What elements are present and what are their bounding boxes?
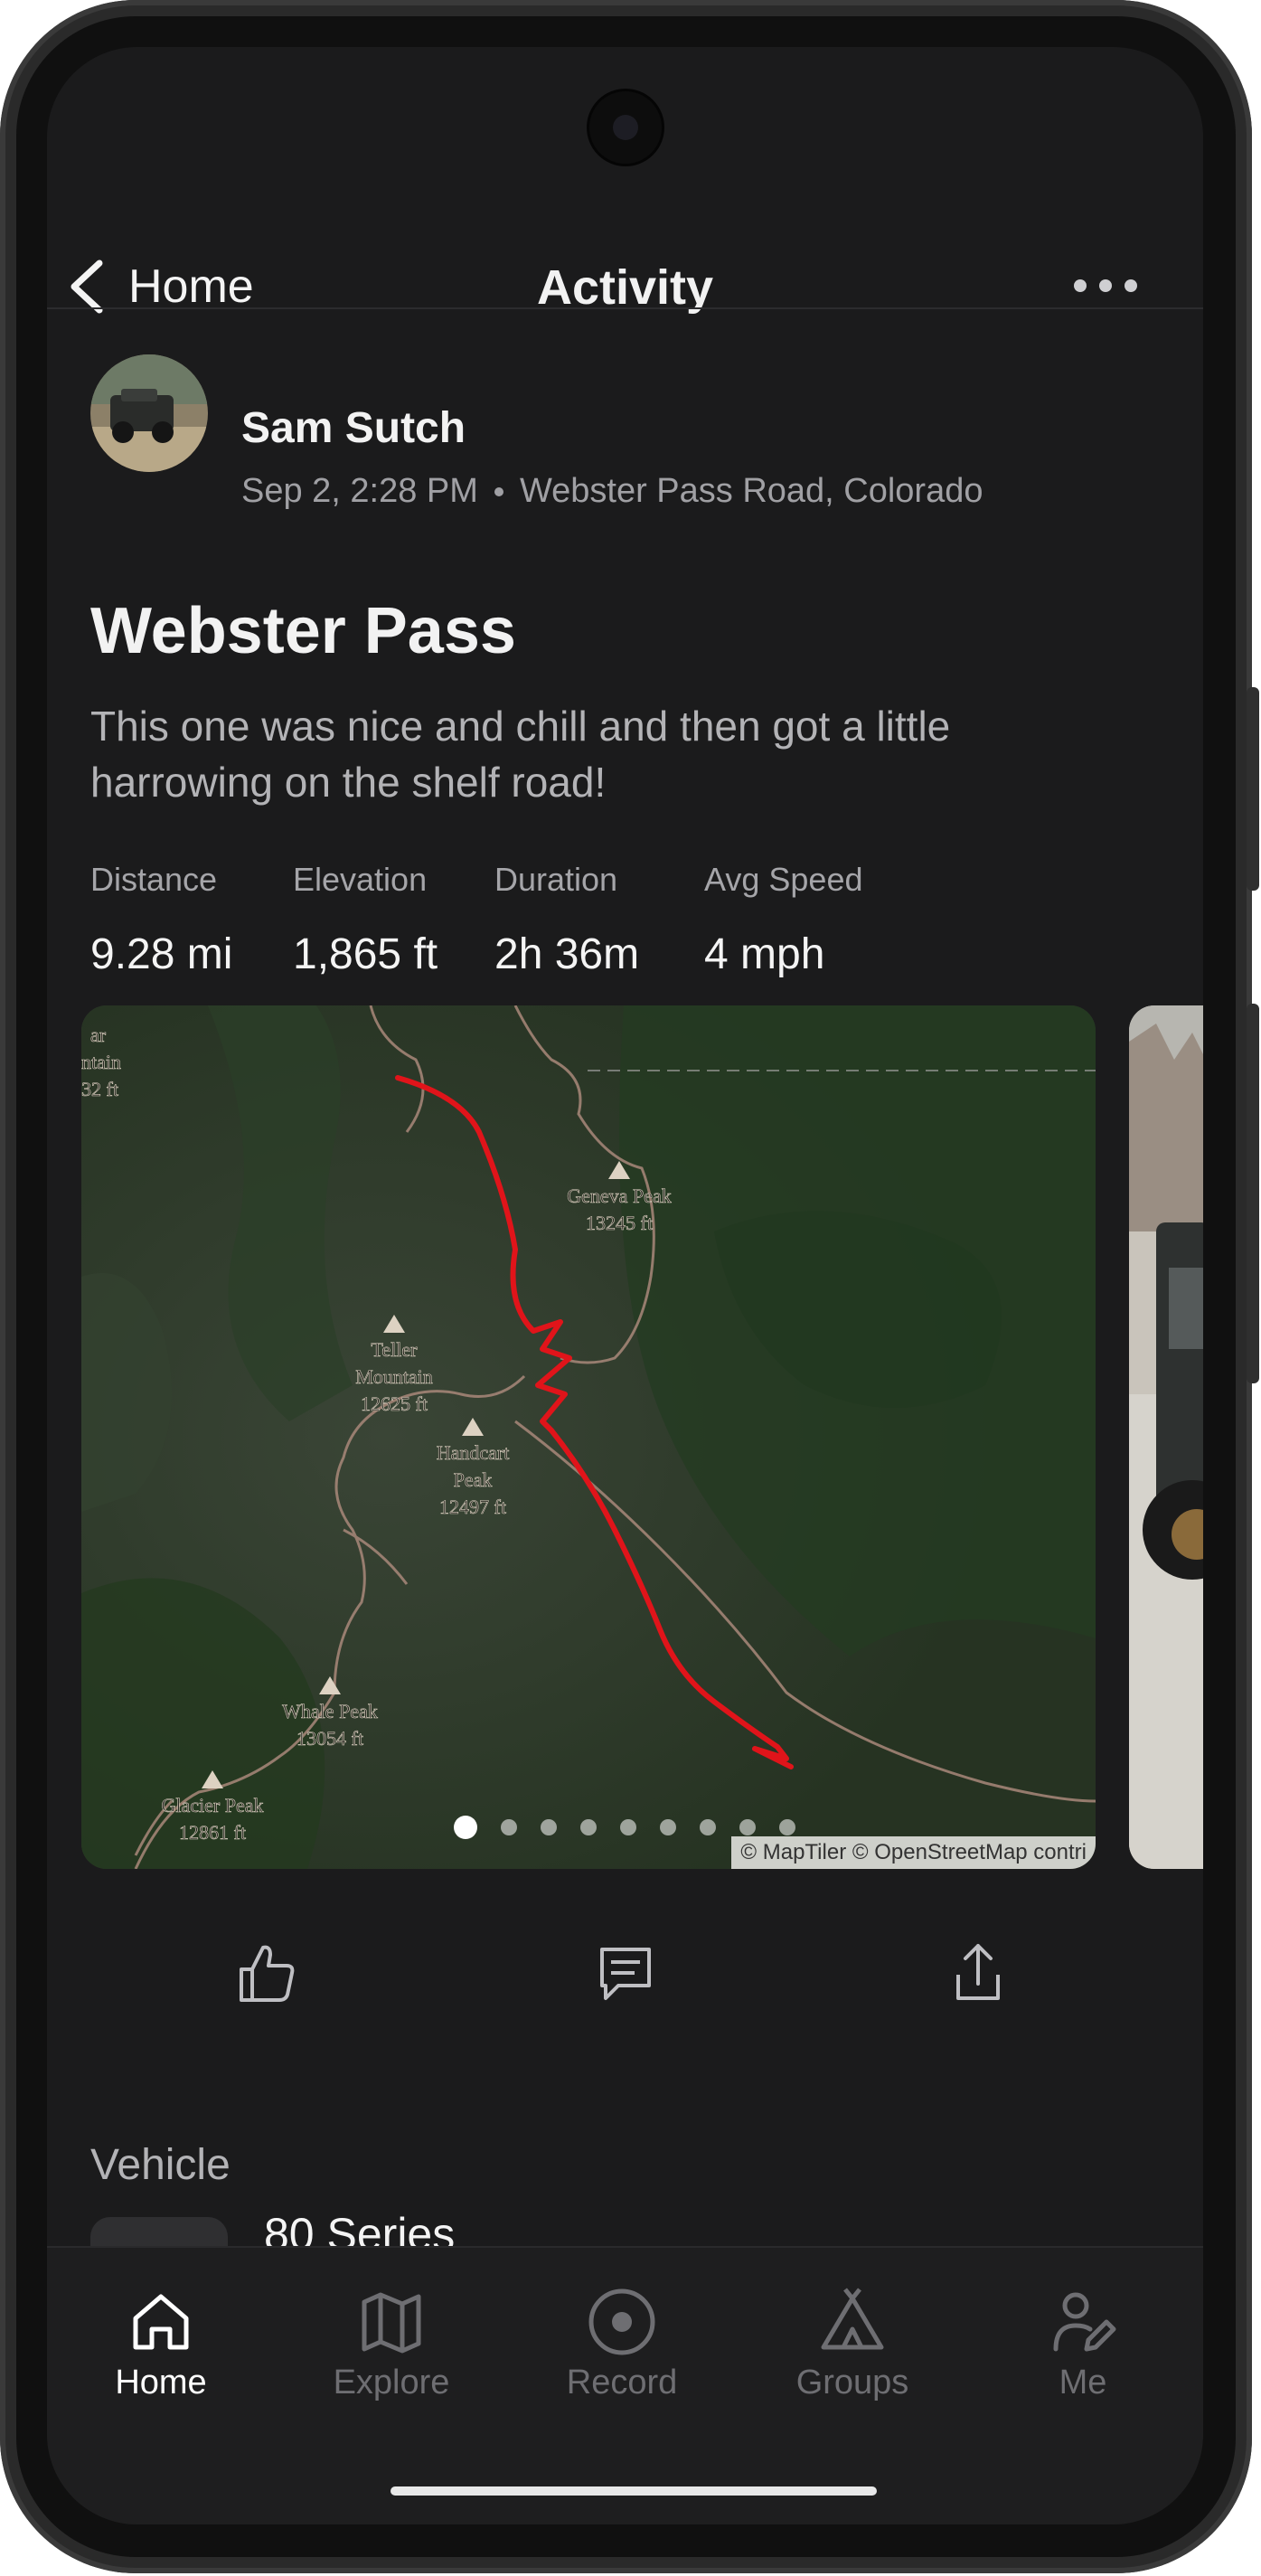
power-button (1247, 1004, 1259, 1383)
home-icon (133, 2294, 189, 2350)
stat-value: 4 mph (704, 930, 825, 978)
activity-title: Webster Pass (90, 595, 516, 667)
pager-dot[interactable] (700, 1819, 716, 1835)
peak-label: Mountain (355, 1365, 433, 1388)
map-icon (362, 2292, 421, 2354)
stat-avg-speed: Avg Speed 4 mph (704, 861, 862, 979)
record-icon (588, 2288, 655, 2355)
stat-label: Avg Speed (704, 861, 863, 898)
pager-dot[interactable] (660, 1819, 676, 1835)
tent-icon (821, 2288, 884, 2350)
tab-label: Me (1059, 2364, 1107, 2401)
post-location: Webster Pass Road, Colorado (519, 472, 983, 510)
tab-home[interactable]: Home (71, 2284, 251, 2402)
peak-elevation: 13245 ft (586, 1212, 653, 1234)
pager-dot[interactable] (779, 1819, 795, 1835)
user-name[interactable]: Sam Sutch (241, 403, 466, 453)
tab-explore[interactable]: Explore (301, 2284, 482, 2402)
profile-edit-icon (1053, 2292, 1116, 2352)
stat-label: Distance (90, 861, 218, 898)
peak-elevation: 13054 ft (296, 1727, 363, 1750)
peak-elevation: 12497 ft (439, 1496, 506, 1518)
route-map[interactable]: Geneva Peak 13245 ft Teller Mountain 126… (81, 1005, 1096, 1869)
peak-elevation: 12625 ft (361, 1392, 428, 1415)
pager-dot[interactable] (580, 1819, 597, 1835)
bottom-tab-bar: Home Explore Record Groups Me (47, 2246, 1203, 2524)
pager-dot[interactable] (541, 1819, 557, 1835)
peak-label: ar (90, 1024, 107, 1046)
nav-header: Home Activity (47, 210, 1203, 354)
stat-label: Duration (494, 861, 618, 898)
home-indicator[interactable] (391, 2486, 877, 2496)
peak-label: Geneva Peak (567, 1184, 671, 1207)
activity-description: This one was nice and chill and then got… (90, 703, 951, 806)
vehicle-photo[interactable] (1129, 1005, 1203, 1869)
share-icon[interactable] (942, 1937, 1014, 2009)
tab-label: Home (115, 2364, 207, 2401)
pager-dot[interactable] (739, 1819, 756, 1835)
tab-label: Explore (333, 2364, 450, 2401)
stat-distance: Distance 9.28 mi (90, 861, 232, 979)
pager-dot[interactable] (501, 1819, 517, 1835)
thumbs-up-icon[interactable] (231, 1937, 303, 2009)
stat-value: 9.28 mi (90, 930, 233, 978)
tab-label: Groups (795, 2364, 909, 2401)
peak-label: Teller (372, 1338, 419, 1361)
peak-label: ntain (81, 1051, 121, 1073)
separator-dot (494, 486, 503, 496)
peak-label: Whale Peak (282, 1700, 378, 1722)
tab-record[interactable]: Record (532, 2284, 712, 2402)
post-meta: Sep 2, 2:28 PM Webster Pass Road, Colora… (241, 472, 983, 511)
front-camera (587, 89, 664, 166)
map-canvas: Geneva Peak 13245 ft Teller Mountain 126… (81, 1005, 1096, 1869)
stat-value: 2h 36m (494, 930, 640, 978)
stat-elevation: Elevation 1,865 ft (293, 861, 438, 979)
post-date: Sep 2, 2:28 PM (241, 472, 478, 510)
stat-value: 1,865 ft (293, 930, 438, 978)
tab-label: Record (566, 2364, 678, 2401)
peak-elevation: 12861 ft (179, 1821, 246, 1844)
tab-me[interactable]: Me (993, 2284, 1173, 2402)
header-divider (47, 307, 1203, 309)
peak-label: Handcart (437, 1441, 510, 1464)
peak-elevation: 32 ft (81, 1078, 118, 1100)
volume-button (1247, 687, 1259, 891)
map-attribution[interactable]: © MapTiler © OpenStreetMap contri (731, 1836, 1096, 1869)
screen: Home Activity Sam Sutch Sep 2, 2:28 PM W… (47, 47, 1203, 2524)
avatar[interactable] (90, 354, 208, 472)
avatar-photo (90, 354, 208, 472)
tab-groups[interactable]: Groups (762, 2284, 943, 2402)
peak-label: Glacier Peak (162, 1794, 264, 1816)
pager-dot[interactable] (620, 1819, 636, 1835)
vehicle-section-label: Vehicle (90, 2141, 231, 2189)
photo-image (1129, 1005, 1203, 1869)
stat-duration: Duration 2h 36m (494, 861, 639, 979)
peak-label: Peak (454, 1468, 493, 1491)
stat-label: Elevation (293, 861, 428, 898)
comment-icon[interactable] (589, 1937, 662, 2009)
pager-dot[interactable] (454, 1816, 477, 1839)
more-horizontal-icon[interactable] (1073, 275, 1138, 297)
